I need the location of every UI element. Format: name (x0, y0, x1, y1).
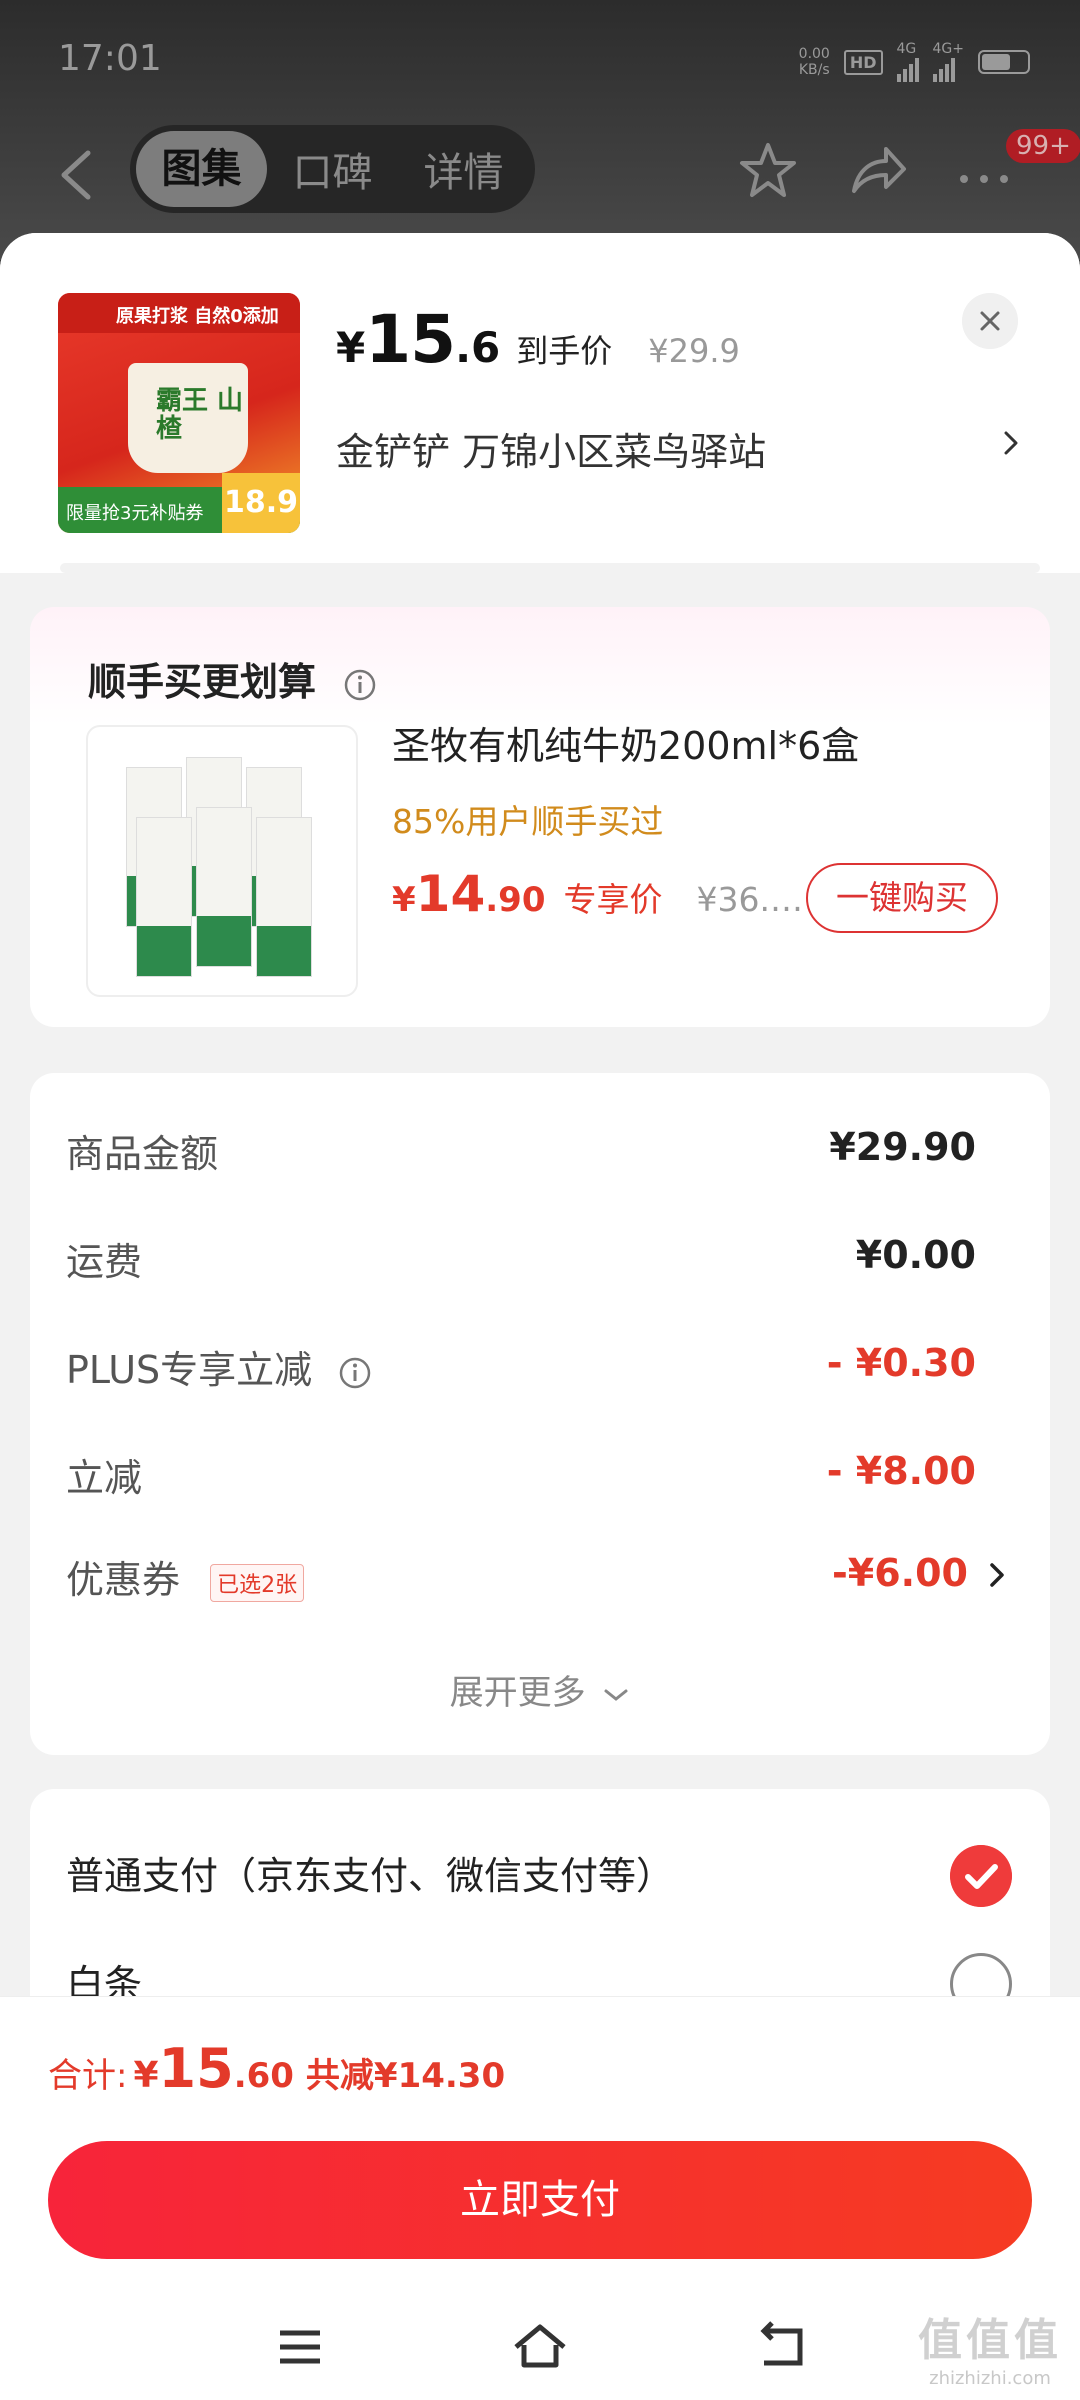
price-integer: 15 (365, 301, 456, 378)
info-icon[interactable] (343, 668, 377, 702)
product-header: 原果打浆 自然0添加 霸王 山楂 限量抢3元补贴券 18.9 ¥ 15 .6 到… (0, 233, 1080, 573)
watermark-site: zhizhizhi.com (929, 2368, 1051, 2389)
back-nav-icon[interactable] (752, 2317, 812, 2377)
expand-more-button[interactable]: 展开更多 (30, 1665, 1050, 1714)
thumbnail-banner: 原果打浆 自然0添加 (116, 306, 279, 327)
home-icon[interactable] (510, 2317, 570, 2377)
bundle-price-currency: ¥ (392, 880, 416, 920)
bundle-product-name[interactable]: 圣牧有机纯牛奶200ml*6盒 (392, 715, 859, 770)
pickup-location-row[interactable]: 金铲铲 万锦小区菜鸟驿站 (336, 421, 1026, 476)
total-summary: 合计: ¥ 15 .60 共减¥14.30 (48, 2037, 505, 2100)
checkout-bar: 合计: ¥ 15 .60 共减¥14.30 立即支付 值值值 zhizhizhi… (0, 1996, 1080, 2400)
chevron-down-icon (604, 1689, 628, 1701)
bundle-title-text: 顺手买更划算 (88, 660, 317, 704)
system-nav-bar: 值值值 zhizhizhi.com (0, 2297, 1080, 2397)
bundle-original-price: ¥36.… (696, 880, 803, 919)
price-summary-card: 商品金额 ¥29.90 运费 ¥0.00 PLUS专享立减 - ¥0.30 立减… (30, 1073, 1050, 1755)
hd-icon: HD (843, 49, 883, 75)
summary-row: PLUS专享立减 - ¥0.30 (66, 1339, 1012, 1392)
pay-now-button[interactable]: 立即支付 (48, 2141, 1032, 2259)
summary-value: - ¥8.00 (826, 1449, 976, 1493)
pickup-location: 金铲铲 万锦小区菜鸟驿站 (336, 430, 767, 474)
divider (60, 563, 1040, 573)
original-price: ¥29.9 (648, 332, 740, 370)
product-thumbnail: 原果打浆 自然0添加 霸王 山楂 限量抢3元补贴券 18.9 (58, 293, 300, 533)
chevron-right-icon (1004, 431, 1018, 455)
tab-reviews[interactable]: 口碑 (267, 140, 398, 198)
summary-label: 运费 (66, 1240, 143, 1284)
coupon-label: 优惠券 (66, 1558, 181, 1602)
bundle-product-image[interactable] (86, 725, 358, 997)
payment-option-label: 普通支付（京东支付、微信支付等） (66, 1854, 675, 1898)
bundle-price-integer: 14 (415, 865, 486, 923)
total-integer: 15 (158, 2037, 234, 2100)
watermark: 值值值 zhizhizhi.com (918, 2304, 1062, 2389)
one-click-buy-button[interactable]: 一键购买 (806, 863, 998, 933)
bundle-price-tag: 专享价 (563, 880, 663, 919)
payment-option[interactable]: 普通支付（京东支付、微信支付等） (66, 1845, 1012, 1907)
coupon-selected-chip: 已选2张 (210, 1563, 305, 1602)
tab-gallery[interactable]: 图集 (136, 131, 267, 207)
total-savings: 共减¥14.30 (305, 2056, 506, 2096)
view-tabs: 图集 口碑 详情 (130, 125, 535, 213)
back-icon[interactable] (52, 145, 102, 205)
notification-badge: 99+ (1006, 129, 1080, 163)
bundle-title: 顺手买更划算 (88, 651, 377, 706)
net-speed-unit: KB/s (798, 62, 830, 78)
summary-row: 商品金额 ¥29.90 (66, 1123, 1012, 1176)
background-page: 17:01 0.00 KB/s HD 4G 4G+ 图集 口碑 详情 99+ (0, 0, 1080, 260)
summary-row: 立减 - ¥8.00 (66, 1447, 1012, 1500)
summary-row: 运费 ¥0.00 (66, 1231, 1012, 1284)
summary-value: ¥29.90 (829, 1125, 976, 1169)
price-tag: 到手价 (516, 332, 613, 370)
tab-details[interactable]: 详情 (398, 140, 529, 198)
close-icon[interactable] (962, 293, 1018, 349)
bundle-social-proof: 85%用户顺手买过 (392, 802, 664, 841)
summary-label-text: PLUS专享立减 (66, 1348, 313, 1392)
total-currency: ¥ (133, 2055, 159, 2096)
menu-icon[interactable] (270, 2317, 330, 2377)
thumbnail-price: 18.9 (222, 473, 300, 533)
total-label: 合计: (48, 2056, 128, 2096)
summary-label: 立减 (66, 1456, 143, 1500)
info-icon[interactable] (338, 1356, 372, 1390)
bundle-offer-card: 顺手买更划算 圣牧有机纯牛奶200ml*6盒 85%用户顺手买过 ¥ 14 .9… (30, 607, 1050, 1027)
status-icons: 0.00 KB/s HD 4G 4G+ (799, 42, 1030, 82)
summary-label: 优惠券 已选2张 (66, 1549, 305, 1604)
product-price: ¥ 15 .6 到手价 ¥29.9 (336, 301, 740, 378)
signal-icon-2: 4G+ (932, 41, 965, 82)
signal-icon-1: 4G (896, 41, 919, 82)
checked-icon[interactable] (950, 1845, 1012, 1907)
battery-icon (978, 50, 1030, 74)
summary-value: - ¥0.30 (826, 1341, 976, 1385)
bundle-price-decimal: .90 (485, 880, 546, 920)
status-bar: 17:01 0.00 KB/s HD 4G 4G+ (0, 0, 1080, 120)
network-type-1: 4G (896, 41, 917, 57)
watermark-logo: 值值值 (918, 2315, 1062, 2366)
thumbnail-promo: 限量抢3元补贴券 (66, 503, 204, 524)
network-type-2: 4G+ (932, 41, 965, 57)
summary-label: 商品金额 (66, 1132, 219, 1176)
expand-more-label: 展开更多 (449, 1673, 586, 1713)
summary-label: PLUS专享立减 (66, 1339, 372, 1394)
summary-value: -¥6.00 (832, 1551, 968, 1595)
net-speed-value: 0.00 (798, 46, 830, 62)
share-icon[interactable] (846, 139, 910, 203)
star-icon[interactable] (736, 139, 800, 203)
bundle-price: ¥ 14 .90 专享价 ¥36.… (392, 865, 803, 923)
thumbnail-cup-text: 霸王 山楂 (156, 386, 244, 444)
coupon-row[interactable]: 优惠券 已选2张 -¥6.00 (66, 1549, 1012, 1602)
price-decimal: .6 (455, 323, 501, 372)
net-speed: 0.00 KB/s (799, 46, 830, 78)
summary-value: ¥0.00 (855, 1233, 976, 1277)
total-decimal: .60 (233, 2056, 294, 2096)
top-nav: 图集 口碑 详情 99+ (0, 125, 1080, 225)
status-time: 17:01 (58, 38, 162, 79)
chevron-right-icon (990, 1563, 1004, 1587)
price-currency: ¥ (336, 323, 366, 372)
